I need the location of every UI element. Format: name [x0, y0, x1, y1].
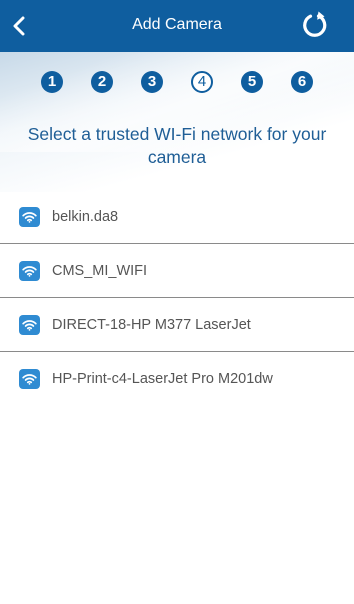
step-indicator: 1 2 3 4 5 6 [0, 71, 354, 93]
wifi-icon [19, 369, 40, 389]
instruction-text: Select a trusted WI-Fi network for your … [27, 124, 327, 167]
step-3: 3 [141, 71, 163, 93]
step-2: 2 [91, 71, 113, 93]
network-list: belkin.da8 CMS_MI_WIFI DIRECT-18-HP M377… [0, 190, 354, 406]
header-panel: 1 2 3 4 5 6 Select a trusted WI-Fi netwo… [0, 52, 354, 192]
network-name: DIRECT-18-HP M377 LaserJet [52, 316, 251, 333]
step-6: 6 [291, 71, 313, 93]
network-name: HP-Print-c4-LaserJet Pro M201dw [52, 371, 273, 387]
network-item-belkin[interactable]: belkin.da8 [0, 190, 354, 244]
wifi-icon [19, 260, 40, 281]
refresh-icon [303, 11, 327, 37]
step-1: 1 [41, 71, 63, 93]
network-item-cms-mi-wifi[interactable]: CMS_MI_WIFI [0, 244, 354, 298]
refresh-button[interactable] [298, 9, 330, 41]
wifi-icon [19, 314, 40, 335]
step-5: 5 [241, 71, 263, 93]
network-item-hp-print[interactable]: HP-Print-c4-LaserJet Pro M201dw [0, 352, 354, 406]
app-bar: Add Camera [0, 0, 354, 52]
network-name: belkin.da8 [52, 208, 119, 225]
network-name: CMS_MI_WIFI [52, 262, 148, 279]
network-item-direct-hp[interactable]: DIRECT-18-HP M377 LaserJet [0, 298, 354, 352]
wifi-icon [19, 206, 40, 227]
step-4-current: 4 [191, 71, 213, 93]
